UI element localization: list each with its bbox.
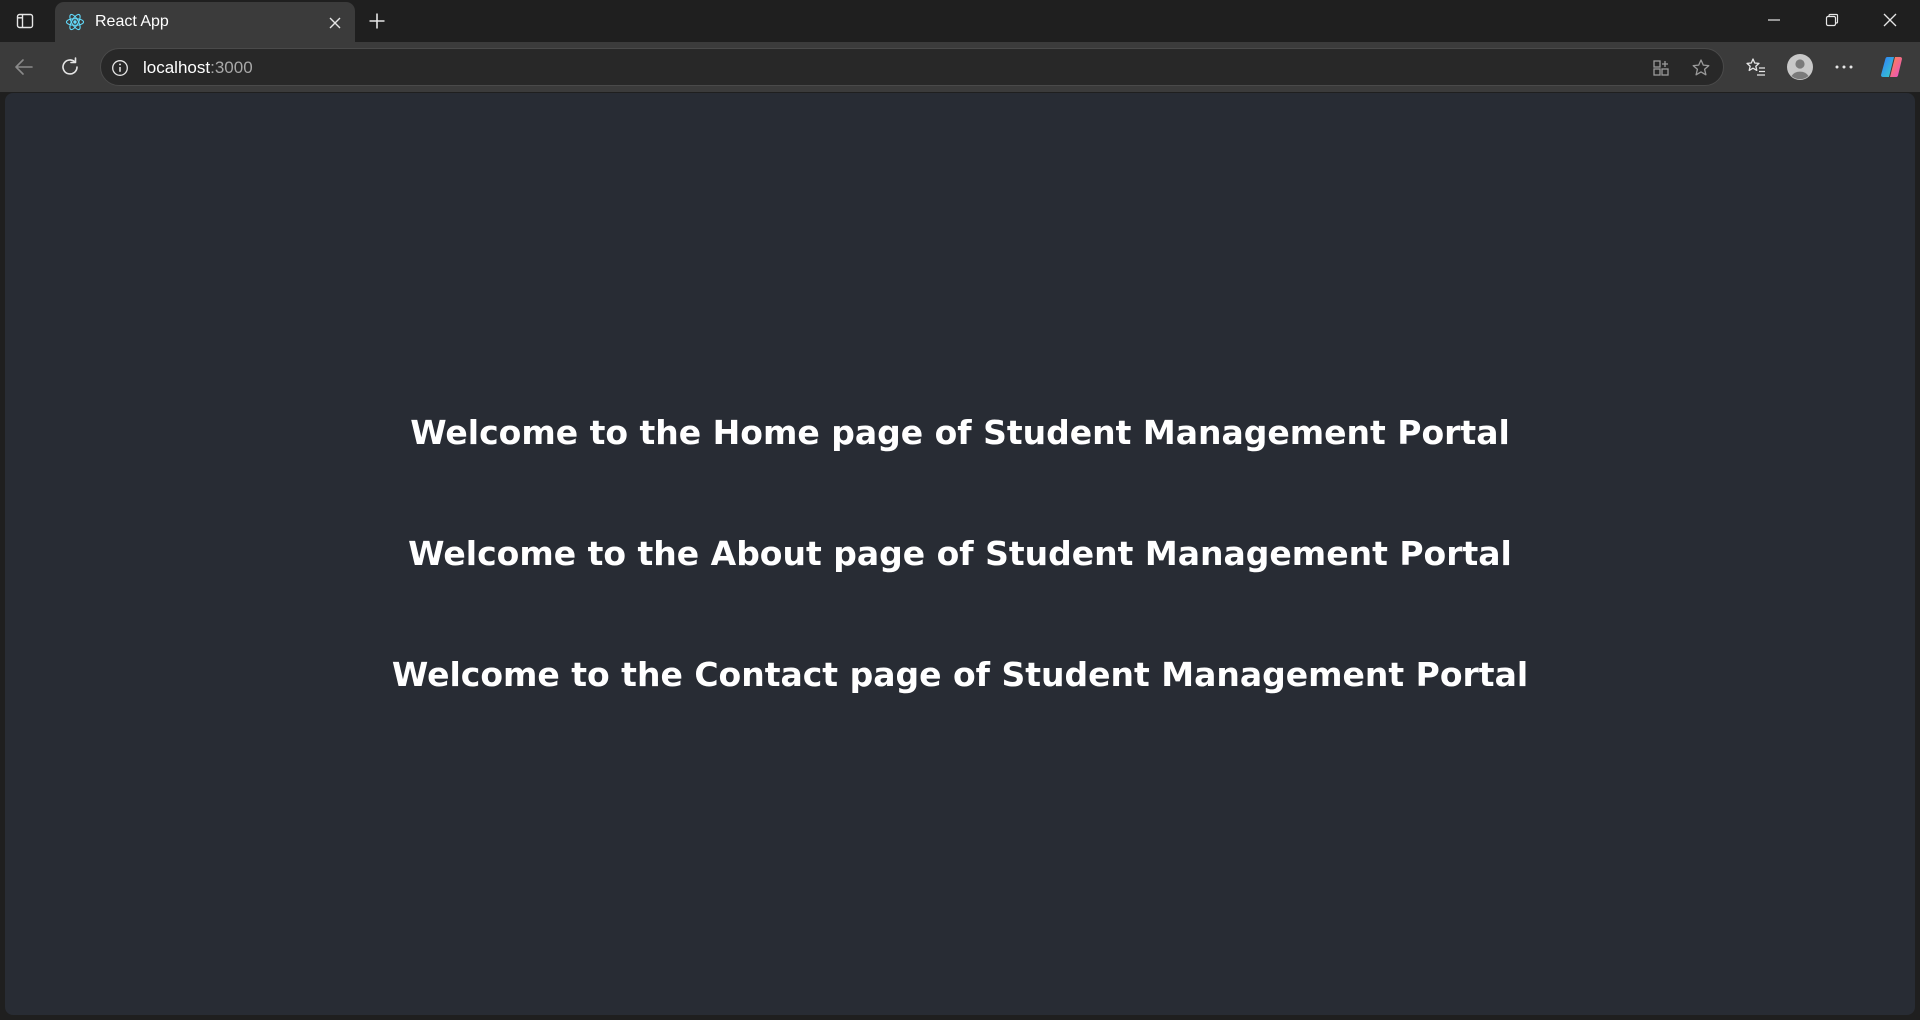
page-viewport: Welcome to the Home page of Student Mana… xyxy=(5,93,1915,1015)
url-text[interactable]: localhost:3000 xyxy=(143,58,253,78)
tab-actions-icon xyxy=(16,13,34,29)
info-icon xyxy=(112,60,128,76)
app-available-button[interactable] xyxy=(1647,54,1675,82)
url-host: localhost xyxy=(143,58,211,77)
tab-actions-button[interactable] xyxy=(10,8,40,34)
more-icon xyxy=(1835,65,1853,69)
reload-button[interactable] xyxy=(54,51,86,83)
profile-icon xyxy=(1787,54,1813,80)
restore-button[interactable] xyxy=(1804,0,1860,40)
more-options-button[interactable] xyxy=(1828,51,1860,83)
copilot-icon xyxy=(1881,57,1902,77)
back-arrow-icon xyxy=(15,59,33,75)
minimize-icon xyxy=(1768,19,1780,21)
app-content: Welcome to the Home page of Student Mana… xyxy=(5,93,1915,1015)
url-port: :3000 xyxy=(210,58,253,77)
minimize-button[interactable] xyxy=(1746,0,1802,40)
tab-title: React App xyxy=(95,13,169,30)
close-icon xyxy=(1883,13,1897,27)
profile-button[interactable] xyxy=(1784,51,1816,83)
close-icon xyxy=(329,17,341,29)
browser-window: React App localhost:3000 Welcome to the … xyxy=(0,0,1920,1020)
contact-heading: Welcome to the Contact page of Student M… xyxy=(391,655,1529,694)
restore-icon xyxy=(1825,13,1839,27)
about-heading: Welcome to the About page of Student Man… xyxy=(408,534,1512,573)
new-tab-button[interactable] xyxy=(362,7,392,35)
tab-close-button[interactable] xyxy=(323,11,347,35)
active-tab[interactable]: React App xyxy=(55,2,355,42)
favorites-button[interactable] xyxy=(1740,51,1772,83)
react-logo-icon xyxy=(65,13,85,31)
home-heading: Welcome to the Home page of Student Mana… xyxy=(410,413,1510,452)
navigation-toolbar: localhost:3000 xyxy=(0,42,1920,92)
copilot-button[interactable] xyxy=(1876,51,1908,83)
site-info-button[interactable] xyxy=(109,57,131,79)
star-icon xyxy=(1692,59,1710,76)
app-available-icon xyxy=(1653,60,1669,76)
add-favorite-button[interactable] xyxy=(1687,54,1715,82)
address-bar[interactable]: localhost:3000 xyxy=(100,48,1724,86)
window-close-button[interactable] xyxy=(1862,0,1918,40)
plus-icon xyxy=(369,13,385,29)
reload-icon xyxy=(62,57,78,75)
back-button[interactable] xyxy=(8,51,40,83)
tab-bar: React App xyxy=(0,0,1920,42)
favorites-icon xyxy=(1746,58,1765,76)
